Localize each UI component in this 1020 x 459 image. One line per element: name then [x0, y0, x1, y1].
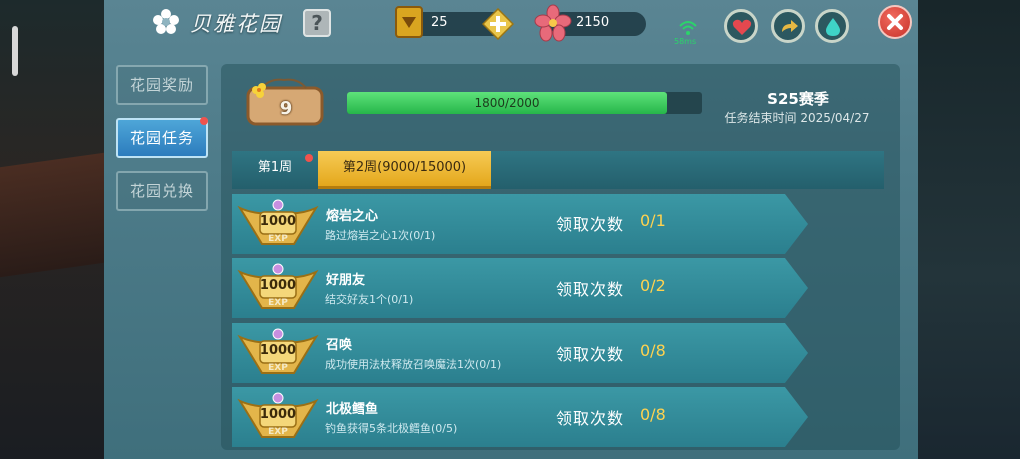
exp-progress-text: 1800/2000	[474, 96, 540, 110]
nav-garden-exchange[interactable]: 花园兑换	[116, 171, 208, 211]
claim-count-value: 0/1	[640, 211, 666, 230]
water-button[interactable]	[815, 9, 849, 43]
nav-garden-tasks[interactable]: 花园任务	[116, 118, 208, 158]
reward-unit: EXP	[268, 298, 288, 308]
task-description: 结交好友1个(0/1)	[325, 293, 414, 306]
task-title: 召唤	[326, 338, 353, 353]
week1-notification-dot	[305, 154, 313, 162]
heart-icon	[732, 19, 752, 35]
task-description: 路过熔岩之心1次(0/1)	[325, 229, 436, 242]
reward-amount: 1000	[259, 278, 297, 293]
nav-garden-rewards[interactable]: 花园奖励	[116, 65, 208, 105]
level-number: 9	[279, 98, 293, 119]
flower-currency-icon	[534, 4, 572, 42]
help-button[interactable]: ?	[303, 9, 331, 37]
claim-count-label: 领取次数	[556, 215, 625, 234]
wifi-signal-icon	[679, 21, 697, 35]
close-icon	[887, 14, 903, 30]
reward-amount: 1000	[259, 407, 297, 422]
reward-amount: 1000	[259, 214, 297, 229]
gold-ticket-icon	[395, 6, 423, 38]
tab-week-2[interactable]: 第2周(9000/15000)	[318, 151, 491, 189]
season-end-time: 任务结束时间 2025/04/27	[724, 111, 870, 125]
side-drag-handle[interactable]	[12, 26, 18, 76]
task-title: 好朋友	[326, 273, 366, 288]
page-title: 贝雅花园	[190, 12, 282, 36]
reward-amount: 1000	[259, 343, 297, 358]
close-button[interactable]	[878, 5, 912, 39]
task-title: 熔岩之心	[326, 209, 379, 224]
claim-count-label: 领取次数	[556, 409, 625, 428]
add-currency-button[interactable]	[482, 8, 514, 40]
notification-dot	[200, 117, 208, 125]
reward-unit: EXP	[268, 363, 288, 373]
task-description: 成功使用法杖释放召唤魔法1次(0/1)	[325, 358, 502, 371]
claim-count-label: 领取次数	[556, 280, 625, 299]
background-right	[916, 0, 1020, 459]
flower-icon	[153, 9, 179, 34]
season-label: S25赛季	[767, 90, 829, 108]
task-title: 北极鳕鱼	[326, 402, 379, 417]
task-description: 钓鱼获得5条北极鳕鱼(0/5)	[325, 422, 458, 435]
claim-count-label: 领取次数	[556, 345, 625, 364]
claim-count-value: 0/8	[640, 405, 666, 424]
ping-text: 58ms	[674, 37, 697, 46]
share-button[interactable]	[771, 9, 805, 43]
flower-currency-count: 2150	[576, 15, 610, 30]
reward-unit: EXP	[268, 427, 288, 437]
heart-button[interactable]	[724, 9, 758, 43]
water-drop-icon	[826, 18, 840, 36]
reward-unit: EXP	[268, 234, 288, 244]
share-arrow-icon	[782, 20, 798, 32]
header-bar: 贝雅花园 ? 25 2150 58ms	[104, 0, 918, 48]
gold-count: 25	[431, 15, 448, 30]
claim-count-value: 0/8	[640, 341, 666, 360]
claim-count-value: 0/2	[640, 276, 666, 295]
